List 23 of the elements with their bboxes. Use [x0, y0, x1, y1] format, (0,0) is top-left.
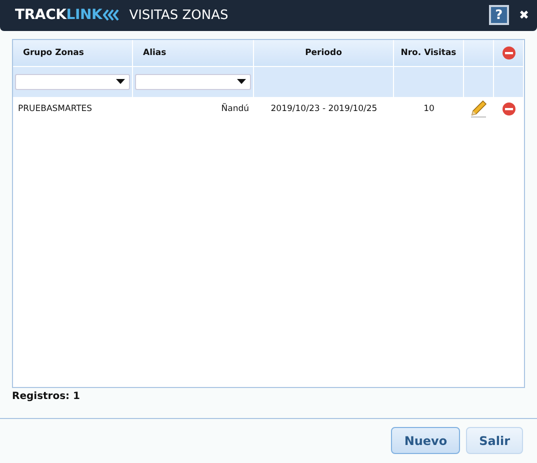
record-count: Registros: 1	[12, 390, 81, 402]
delete-icon[interactable]	[502, 46, 516, 60]
help-button[interactable]: ?	[488, 5, 509, 26]
logo-text: TRACK	[15, 7, 66, 24]
logo-text: LINK	[66, 7, 102, 24]
column-header: Periodo	[254, 40, 394, 67]
table-cell-text: 2019/10/23 - 2019/10/25	[270, 102, 378, 116]
pencil-icon[interactable]	[470, 100, 488, 118]
table-cell-text: 10	[422, 102, 436, 116]
window-title: VISITAS ZONAS	[129, 8, 228, 23]
filter-cell	[464, 66, 494, 97]
close-button[interactable]: ✖	[518, 8, 529, 22]
caret-icon	[116, 79, 125, 84]
delete-icon[interactable]	[502, 102, 516, 116]
column-header: Alias	[133, 40, 254, 67]
table-cell-text: PRUEBASMARTES	[17, 102, 94, 116]
filter-cell	[394, 66, 464, 97]
caret-icon	[237, 79, 246, 84]
column-header: Grupo Zonas	[13, 40, 133, 67]
table-cell-text: Ñandú	[220, 102, 250, 116]
column-header: Nro. Visitas	[394, 40, 464, 67]
action-button[interactable]: Nuevo	[391, 427, 460, 454]
action-button[interactable]: Salir	[466, 427, 523, 454]
